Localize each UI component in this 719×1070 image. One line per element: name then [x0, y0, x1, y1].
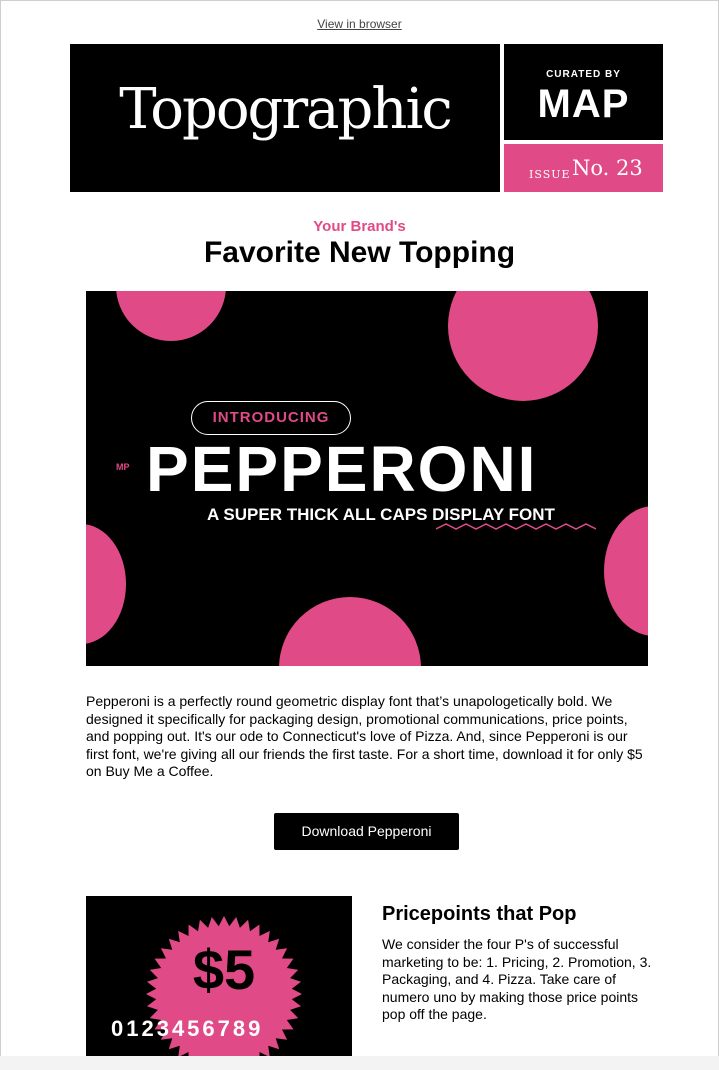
- issue-word: ISSUE: [529, 168, 571, 181]
- mp-mark: MP: [116, 462, 130, 472]
- body-paragraph: Pepperoni is a perfectly round geometric…: [86, 693, 643, 779]
- curated-by-label: CURATED BY: [546, 69, 621, 80]
- issue-badge: ISSUE No. 23: [504, 144, 663, 192]
- section-text: We consider the four P's of successful m…: [382, 936, 652, 1022]
- promo-image: $5 0123456789: [86, 896, 352, 1070]
- price-label: $5: [192, 938, 256, 1001]
- view-in-browser-link[interactable]: View in browser: [0, 17, 719, 31]
- hero-image: INTRODUCING MP PEPPERONI A SUPER THICK A…: [86, 291, 648, 666]
- pepperoni-circle: [116, 291, 226, 341]
- kicker: Your Brand's: [313, 218, 406, 235]
- pepperoni-circle: [86, 524, 126, 644]
- map-label: MAP: [537, 82, 630, 126]
- pepperoni-circle: [604, 506, 648, 636]
- headline: Favorite New Topping: [203, 236, 516, 269]
- pepperoni-circle: [279, 597, 421, 666]
- pepperoni-circle: [448, 291, 598, 401]
- section-title: Pricepoints that Pop: [382, 903, 577, 925]
- pepperoni-title: PEPPERONI: [146, 433, 538, 505]
- digits-row: 0123456789: [111, 1016, 264, 1041]
- download-pepperoni-button[interactable]: Download Pepperoni: [274, 813, 459, 850]
- pepperoni-subtitle: A SUPER THICK ALL CAPS DISPLAY FONT: [207, 505, 555, 524]
- introducing-pill: INTRODUCING: [191, 401, 351, 435]
- logo: Topographic: [119, 77, 452, 142]
- curated-by-badge: CURATED BY MAP: [504, 44, 663, 140]
- masthead: Topographic: [70, 44, 500, 192]
- bottom-bar: [0, 1056, 719, 1070]
- zigzag-decoration: [436, 523, 596, 530]
- issue-number: No. 23: [572, 156, 643, 180]
